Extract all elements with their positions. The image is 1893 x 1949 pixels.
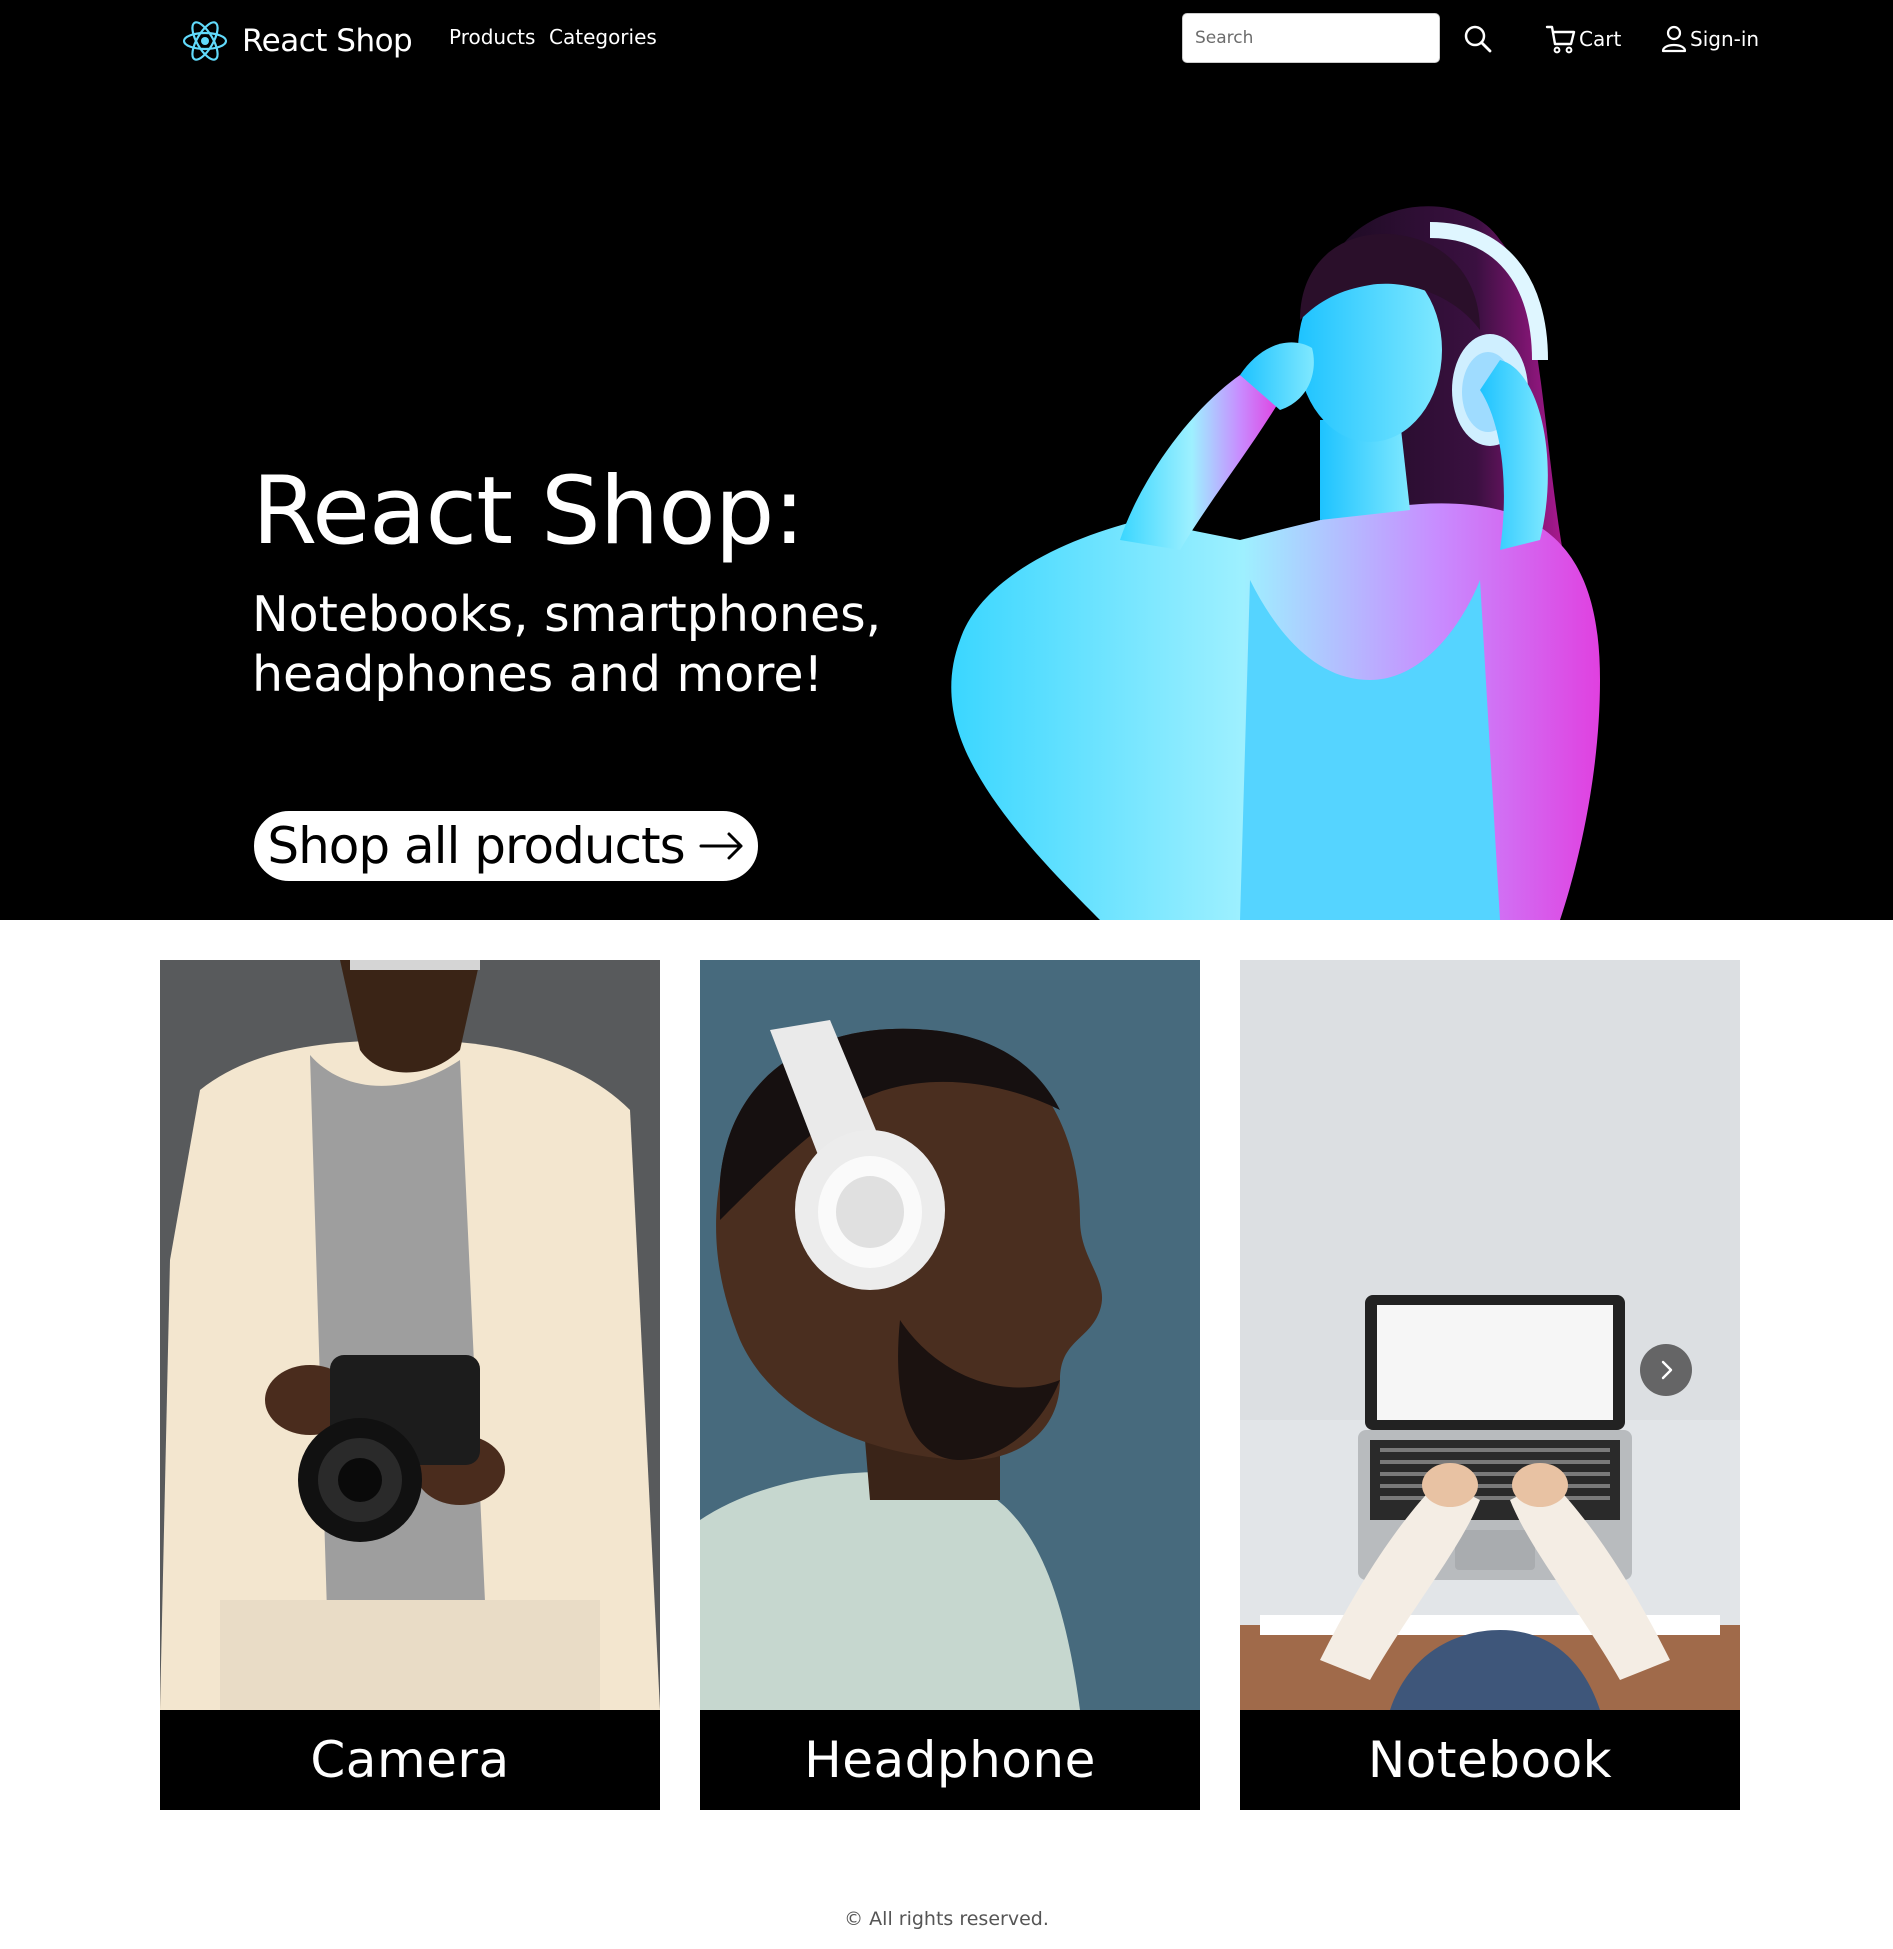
search-input[interactable] [1182, 13, 1440, 63]
brand-link[interactable]: React Shop [180, 16, 413, 66]
headphone-category-image [700, 960, 1200, 1710]
footer: © All rights reserved. [0, 1908, 1893, 1930]
category-label-notebook: Notebook [1240, 1710, 1740, 1810]
shop-all-products-button[interactable]: Shop all products [252, 809, 760, 883]
navbar: React Shop Products Categories Cart Sign… [0, 0, 1893, 80]
category-label-headphone: Headphone [700, 1710, 1200, 1810]
hero-title: React Shop: [252, 457, 805, 566]
search-button[interactable] [1463, 22, 1497, 56]
category-label-camera: Camera [160, 1710, 660, 1810]
hero-image [951, 206, 1600, 920]
carousel-next-button[interactable] [1640, 1344, 1692, 1396]
cart-icon [1545, 25, 1576, 54]
category-card-camera[interactable]: Camera [160, 960, 660, 1810]
react-atom-icon [182, 21, 228, 61]
category-card-headphone[interactable]: Headphone [700, 960, 1200, 1810]
brand-name: React Shop [242, 23, 413, 59]
shop-all-products-label: Shop all products [267, 817, 685, 875]
chevron-right-icon [1661, 1360, 1673, 1380]
signin-button[interactable]: Sign-in [1661, 22, 1759, 56]
signin-label: Sign-in [1690, 27, 1760, 51]
nav-link-categories[interactable]: Categories [549, 25, 657, 49]
cart-button[interactable]: Cart [1545, 20, 1621, 58]
hero-banner: React Shop: Notebooks, smartphones, head… [0, 80, 1893, 920]
footer-copyright: © All rights reserved. [844, 1908, 1049, 1930]
search-icon [1464, 25, 1492, 53]
camera-category-image [160, 960, 660, 1710]
arrow-right-icon [699, 832, 743, 860]
nav-link-products[interactable]: Products [449, 25, 535, 49]
hero-subtitle: Notebooks, smartphones, headphones and m… [252, 586, 882, 703]
cart-label: Cart [1579, 27, 1622, 51]
user-icon [1661, 25, 1687, 53]
notebook-category-image [1240, 960, 1740, 1710]
